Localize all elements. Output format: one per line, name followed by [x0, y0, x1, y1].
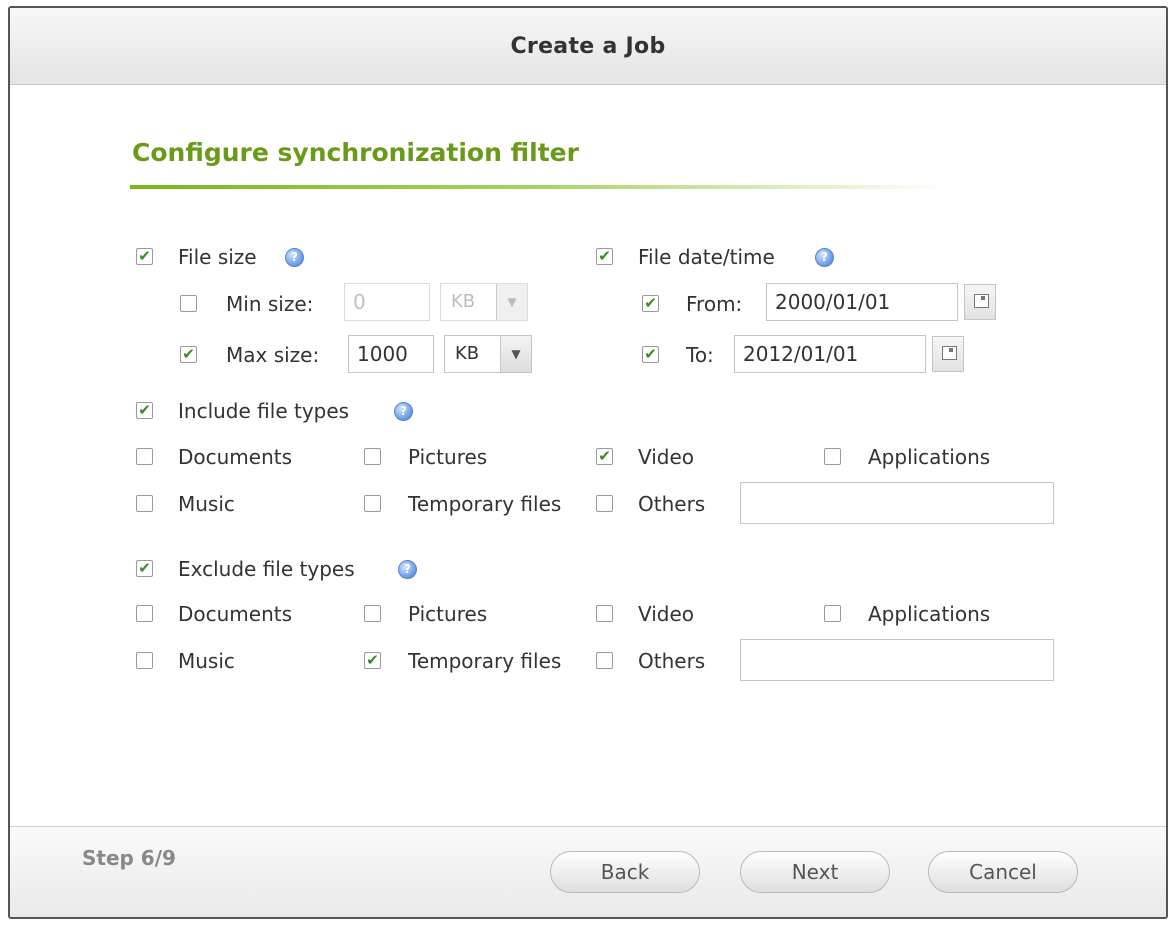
min-size-label: Min size: [226, 292, 314, 316]
max-size-unit-select[interactable]: KB ▼ [444, 335, 532, 373]
step-indicator: Step 6/9 [82, 846, 176, 870]
exclude-help-icon[interactable]: ? [398, 560, 417, 579]
include-documents-checkbox[interactable] [136, 448, 153, 465]
file-size-help-icon[interactable]: ? [285, 248, 304, 267]
file-datetime-label: File date/time [638, 245, 775, 269]
exclude-others-label: Others [638, 649, 706, 673]
include-applications-checkbox[interactable] [824, 448, 841, 465]
max-size-label: Max size: [226, 343, 320, 367]
file-size-checkbox[interactable]: ✔ [136, 248, 153, 265]
exclude-documents-label: Documents [178, 602, 293, 626]
exclude-file-types-label: Exclude file types [178, 557, 355, 581]
section-title: Configure synchronization filter [132, 138, 579, 167]
max-size-checkbox[interactable]: ✔ [180, 346, 197, 363]
include-temporary-files-checkbox[interactable] [364, 495, 381, 512]
exclude-music-checkbox[interactable] [136, 652, 153, 669]
max-size-unit-value: KB [455, 343, 480, 364]
chevron-down-icon: ▼ [496, 284, 527, 320]
exclude-others-input[interactable] [740, 639, 1054, 681]
to-date-input[interactable]: 2012/01/01 [734, 335, 926, 373]
include-others-checkbox[interactable] [596, 495, 613, 512]
exclude-pictures-checkbox[interactable] [364, 605, 381, 622]
exclude-video-label: Video [638, 602, 695, 626]
from-date-checkbox[interactable]: ✔ [642, 295, 659, 312]
include-pictures-checkbox[interactable] [364, 448, 381, 465]
include-pictures-label: Pictures [408, 445, 488, 469]
from-date-label: From: [686, 292, 743, 316]
exclude-video-checkbox[interactable] [596, 605, 613, 622]
include-music-checkbox[interactable] [136, 495, 153, 512]
exclude-temporary-files-checkbox[interactable]: ✔ [364, 652, 381, 669]
min-size-unit-select[interactable]: KB ▼ [440, 283, 528, 321]
exclude-applications-label: Applications [868, 602, 991, 626]
dialog-titlebar: Create a Job [10, 8, 1166, 85]
max-size-input[interactable]: 1000 [348, 335, 434, 373]
from-date-input[interactable]: 2000/01/01 [766, 283, 958, 321]
exclude-music-label: Music [178, 649, 235, 673]
back-button[interactable]: Back [550, 851, 700, 893]
create-job-dialog: Create a Job Configure synchronization f… [8, 6, 1168, 919]
calendar-icon[interactable] [964, 284, 996, 320]
file-datetime-help-icon[interactable]: ? [815, 248, 834, 267]
include-temporary-files-label: Temporary files [408, 492, 562, 516]
include-music-label: Music [178, 492, 235, 516]
to-date-checkbox[interactable]: ✔ [642, 346, 659, 363]
include-video-checkbox[interactable]: ✔ [596, 448, 613, 465]
exclude-applications-checkbox[interactable] [824, 605, 841, 622]
exclude-temporary-files-label: Temporary files [408, 649, 562, 673]
min-size-unit-value: KB [451, 291, 476, 312]
include-file-types-checkbox[interactable]: ✔ [136, 402, 153, 419]
include-help-icon[interactable]: ? [394, 402, 413, 421]
next-button[interactable]: Next [740, 851, 890, 893]
exclude-others-checkbox[interactable] [596, 652, 613, 669]
exclude-file-types-checkbox[interactable]: ✔ [136, 560, 153, 577]
include-others-input[interactable] [740, 482, 1054, 524]
chevron-down-icon: ▼ [500, 336, 531, 372]
exclude-pictures-label: Pictures [408, 602, 488, 626]
cancel-button[interactable]: Cancel [928, 851, 1078, 893]
section-underline [130, 185, 950, 189]
dialog-title: Create a Job [510, 33, 666, 59]
include-file-types-label: Include file types [178, 399, 350, 423]
min-size-checkbox[interactable] [180, 295, 197, 312]
include-documents-label: Documents [178, 445, 293, 469]
include-applications-label: Applications [868, 445, 991, 469]
exclude-documents-checkbox[interactable] [136, 605, 153, 622]
include-video-label: Video [638, 445, 695, 469]
file-datetime-checkbox[interactable]: ✔ [596, 248, 613, 265]
include-others-label: Others [638, 492, 706, 516]
calendar-icon[interactable] [932, 336, 964, 372]
file-size-label: File size [178, 245, 257, 269]
to-date-label: To: [686, 343, 714, 367]
min-size-input[interactable]: 0 [344, 283, 430, 321]
